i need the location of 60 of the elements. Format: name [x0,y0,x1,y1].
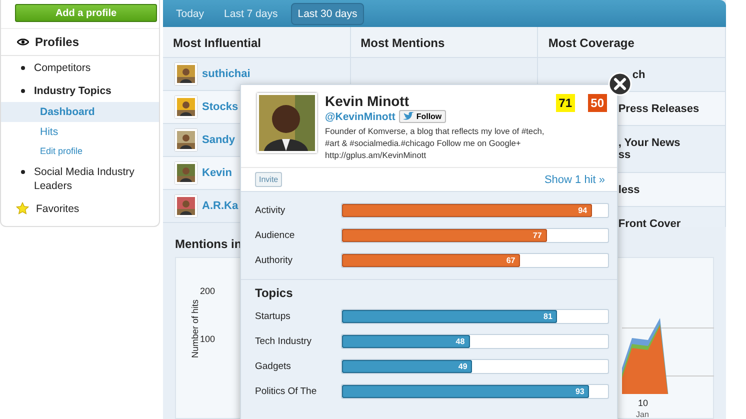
eye-icon [17,38,29,46]
profiles-heading: Profiles [35,35,80,49]
follow-button[interactable]: Follow [399,110,446,123]
topic-label: Startups [255,311,292,322]
metric-value: 94 [578,206,588,215]
column-heading: Most Influential [163,27,350,58]
sidebar-subitem[interactable]: Hits [1,122,159,142]
metric-label: Authority [255,255,294,266]
sidebar-subitem[interactable]: Edit profile [1,142,159,160]
column-heading: Most Mentions [350,27,538,58]
close-icon[interactable] [608,72,632,96]
profile-link[interactable]: Sandy [202,134,236,146]
profile-link[interactable]: Stocks [202,101,238,113]
topic-value: 49 [458,362,468,371]
metric-label: Audience [255,230,296,241]
coverage-title: , Your News ss [618,137,680,161]
profile-link[interactable]: Kevin [202,167,232,179]
metric-label: Activity [255,205,286,216]
profile-handle-link[interactable]: @KevinMinott [325,110,396,122]
sidebar-item[interactable]: Favorites [36,202,80,216]
topic-value: 93 [575,387,584,396]
sidebar-item[interactable]: Competitors [34,61,91,75]
coverage-title: less [618,184,640,196]
coverage-title: ch [632,68,646,80]
topic-label: Gadgets [255,361,292,372]
tick-label: 200 [200,286,216,296]
coverage-title: Front Cover [618,218,681,230]
profile-link[interactable]: suthichai [202,68,250,80]
profile-bio: Founder of Komverse, a blog that reflects my love of #tech, #art & #socialmedia.#chicago Follow me on Google+ http://gplus.am/KevinMinott [325,125,546,161]
show-hits-link[interactable]: Show 1 hit » [544,174,605,186]
topics-heading: Topics [254,285,294,302]
bird-icon [403,112,414,121]
profile-link[interactable]: A.R.Ka [202,200,238,212]
sidebar-item[interactable]: Social Media Industry Leaders [34,165,153,193]
column-heading: Most Coverage [538,27,726,58]
topic-value: 48 [456,337,465,346]
bullet-icon [21,170,25,174]
metric-value: 67 [506,256,516,265]
topic-label: Politics Of The [255,386,318,397]
add-profile-button[interactable]: Add a profile [15,4,157,22]
topic-value: 81 [544,312,552,321]
bullet-icon [21,66,25,70]
axis-label: Number of hits [190,299,200,358]
tick-label: Jan [636,410,649,419]
topic-label: Tech Industry [255,336,312,347]
sidebar-subitem[interactable]: Dashboard [1,102,159,122]
star-icon [16,202,29,215]
coverage-title: Press Releases [618,102,700,114]
metric-value: 77 [532,231,542,240]
tick-label: 100 [200,334,216,344]
date-tab[interactable]: Today [169,2,212,24]
invite-button[interactable]: Invite [255,172,282,187]
tick-label: 10 [638,398,648,408]
score-badge: 71 [556,94,575,112]
bullet-icon [21,89,25,93]
sidebar-item[interactable]: Industry Topics [34,84,112,98]
profile-name: Kevin Minott [325,93,410,109]
date-tab[interactable]: Last 7 days [217,2,285,24]
score-badge: 50 [588,94,607,112]
date-tab[interactable]: Last 30 days [290,2,364,24]
